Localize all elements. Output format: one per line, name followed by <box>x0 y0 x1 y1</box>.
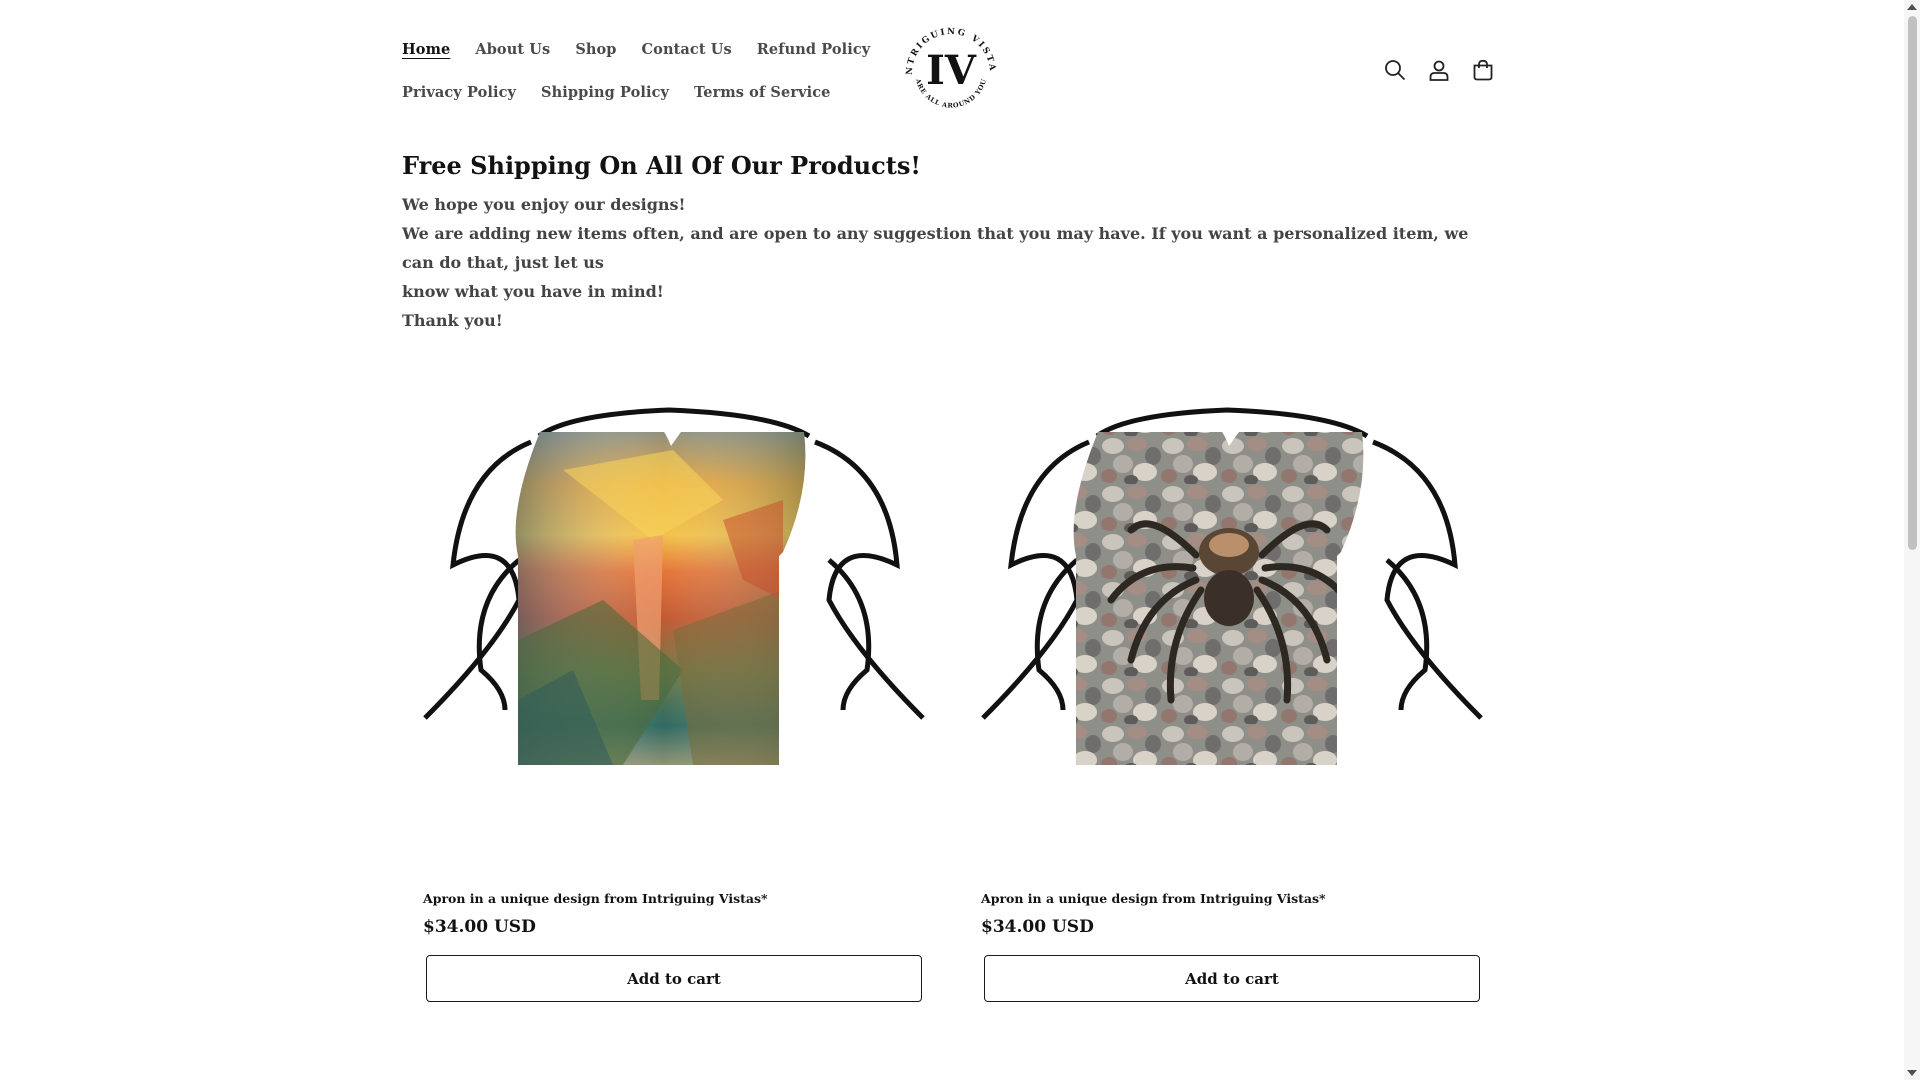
scrollbar-thumb[interactable] <box>1908 16 1917 550</box>
nav-link-about-us[interactable]: About Us <box>475 41 550 58</box>
add-to-cart-button[interactable]: Add to cart <box>984 955 1480 1002</box>
account-icon[interactable] <box>1424 52 1454 88</box>
nav-link-terms-of-service[interactable]: Terms of Service <box>694 84 830 101</box>
site-header: Home About Us Shop Contact Us Refund Pol… <box>402 0 1498 140</box>
search-icon[interactable] <box>1380 52 1410 88</box>
add-to-cart-button[interactable]: Add to cart <box>426 955 922 1002</box>
intro-line-1: We hope you enjoy our designs! <box>402 195 686 214</box>
nav-link-shipping-policy[interactable]: Shipping Policy <box>541 84 669 101</box>
nav-row-1: Home About Us Shop Contact Us Refund Pol… <box>402 34 870 64</box>
header-icons <box>1380 52 1498 88</box>
intro-line-3: know what you have in mind! <box>402 282 664 301</box>
product-price: $34.00 USD <box>423 917 536 937</box>
main-nav: Home About Us Shop Contact Us Refund Pol… <box>402 34 870 120</box>
scroll-up-arrow-icon[interactable] <box>1907 4 1917 10</box>
product-title[interactable]: Apron in a unique design from Intriguing… <box>981 889 1483 909</box>
intro-section: Free Shipping On All Of Our Products! We… <box>402 148 1502 335</box>
product-card: Apron in a unique design from Intriguing… <box>981 340 1483 1002</box>
nav-row-2: Privacy Policy Shipping Policy Terms of … <box>402 77 862 107</box>
cart-icon[interactable] <box>1468 52 1498 88</box>
logo-monogram: IV <box>926 47 977 94</box>
intro-heading: Free Shipping On All Of Our Products! <box>402 151 921 180</box>
store-logo[interactable]: INTRIGUING VISTAS ARE ALL AROUND YOU IV <box>894 11 1004 124</box>
product-card: Apron in a unique design from Intriguing… <box>423 340 925 1002</box>
nav-link-refund-policy[interactable]: Refund Policy <box>757 41 871 58</box>
page-scrollbar[interactable] <box>1904 0 1920 1080</box>
scroll-down-arrow-icon[interactable] <box>1907 1070 1917 1076</box>
intro-line-2: We are adding new items often, and are o… <box>402 224 1469 272</box>
logo-emblem: INTRIGUING VISTAS ARE ALL AROUND YOU IV <box>894 11 995 110</box>
intro-line-4: Thank you! <box>402 311 503 330</box>
product-price: $34.00 USD <box>981 917 1094 937</box>
nav-link-privacy-policy[interactable]: Privacy Policy <box>402 84 516 101</box>
product-image-apron-tarantula[interactable] <box>981 340 1483 870</box>
nav-link-contact-us[interactable]: Contact Us <box>642 41 732 58</box>
product-image-apron-sunset[interactable] <box>423 340 925 870</box>
page: Home About Us Shop Contact Us Refund Pol… <box>0 0 1920 1080</box>
product-title[interactable]: Apron in a unique design from Intriguing… <box>423 889 925 909</box>
nav-link-home[interactable]: Home <box>402 41 450 58</box>
nav-link-shop[interactable]: Shop <box>575 41 616 58</box>
